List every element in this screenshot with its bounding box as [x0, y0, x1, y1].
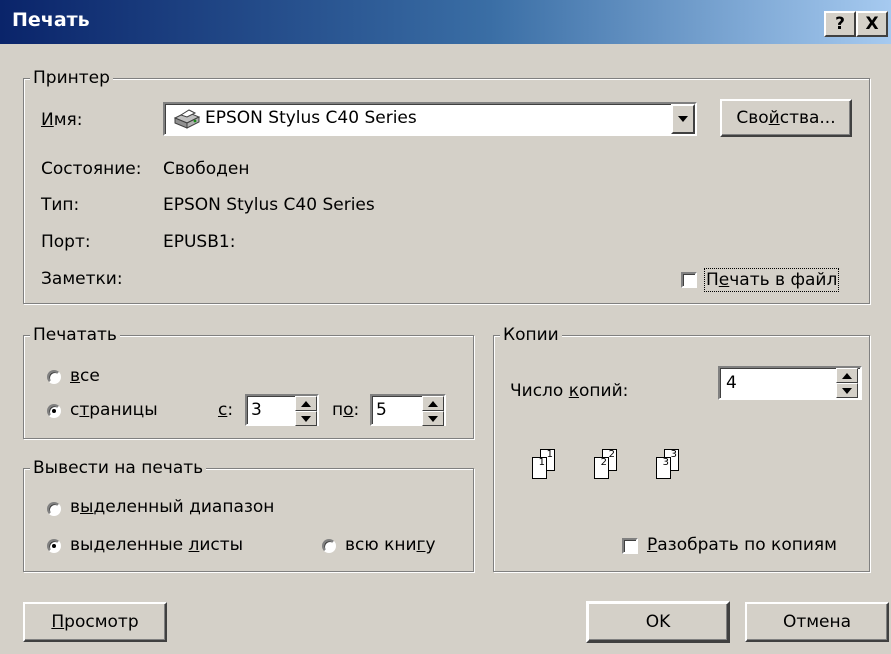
to-label: по:	[332, 400, 360, 420]
spin-down-icon[interactable]	[836, 383, 858, 398]
spin-down-icon[interactable]	[295, 411, 317, 426]
port-value: EPUSB1:	[163, 232, 236, 252]
page-front-3: 3	[656, 457, 671, 479]
status-value: Свободен	[163, 159, 250, 179]
all-pages-label[interactable]: все	[70, 366, 100, 386]
printer-legend: Принтер	[30, 68, 113, 88]
page-front-1: 1	[532, 457, 547, 479]
spin-up-icon[interactable]	[295, 396, 317, 411]
print-to-file-label[interactable]: Печать в файл	[703, 268, 840, 292]
printer-icon	[171, 108, 201, 130]
print-to-file-checkbox[interactable]	[681, 272, 697, 288]
selection-label[interactable]: выделенный диапазон	[70, 497, 274, 517]
type-value: EPSON Stylus C40 Series	[163, 195, 375, 215]
properties-button[interactable]: Свойства...	[720, 99, 852, 137]
notes-label: Заметки:	[41, 269, 123, 289]
printer-name-label: Имя:	[41, 110, 83, 130]
status-label: Состояние:	[41, 159, 142, 179]
collate-pages-icon-2: 2 2	[590, 449, 630, 483]
from-page-spinner[interactable]	[295, 396, 317, 426]
print-what-legend: Вывести на печать	[30, 458, 207, 478]
chevron-down-icon[interactable]	[671, 104, 695, 134]
spin-up-icon[interactable]	[836, 368, 858, 383]
from-page-value: 3	[251, 400, 262, 420]
print-what-group	[23, 468, 474, 572]
from-label: с:	[218, 400, 234, 420]
pages-radio[interactable]	[47, 404, 61, 418]
selection-radio[interactable]	[47, 502, 61, 516]
entire-workbook-label[interactable]: всю книгу	[345, 535, 436, 555]
entire-workbook-radio[interactable]	[322, 539, 336, 553]
preview-button[interactable]: Просмотр	[23, 602, 167, 642]
window-title: Печать	[12, 9, 90, 31]
port-label: Порт:	[41, 232, 91, 252]
all-pages-radio[interactable]	[47, 370, 61, 384]
printer-name-dropdown[interactable]: EPSON Stylus C40 Series	[163, 102, 697, 136]
collate-pages-icon-1: 1 1	[528, 449, 568, 483]
close-button[interactable]: X	[856, 11, 888, 37]
selected-sheets-radio[interactable]	[47, 539, 61, 553]
page-front-2: 2	[594, 457, 609, 479]
selected-sheets-label[interactable]: выделенные листы	[70, 535, 243, 555]
copies-spinner[interactable]	[836, 368, 858, 398]
ok-button[interactable]: OK	[586, 601, 730, 643]
copies-count-value: 4	[726, 373, 737, 393]
copies-count-label: Число копий:	[510, 381, 629, 401]
copies-legend: Копии	[500, 325, 562, 345]
copies-count-input[interactable]: 4	[718, 366, 862, 400]
collate-checkbox[interactable]	[622, 538, 638, 554]
spin-down-icon[interactable]	[422, 411, 444, 426]
type-label: Тип:	[41, 195, 80, 215]
to-page-spinner[interactable]	[422, 396, 444, 426]
collate-pages-icon-3: 3 3	[652, 449, 692, 483]
to-page-input[interactable]: 5	[370, 394, 446, 426]
printer-name-value: EPSON Stylus C40 Series	[205, 108, 417, 128]
pages-label[interactable]: страницы	[70, 400, 158, 420]
collate-label[interactable]: Разобрать по копиям	[647, 535, 837, 555]
from-page-input[interactable]: 3	[245, 394, 319, 426]
spin-up-icon[interactable]	[422, 396, 444, 411]
print-range-legend: Печатать	[30, 325, 120, 345]
title-bar: Печать ? X	[0, 0, 891, 44]
cancel-button[interactable]: Отмена	[745, 602, 889, 642]
to-page-value: 5	[376, 400, 387, 420]
help-button[interactable]: ?	[824, 11, 856, 37]
